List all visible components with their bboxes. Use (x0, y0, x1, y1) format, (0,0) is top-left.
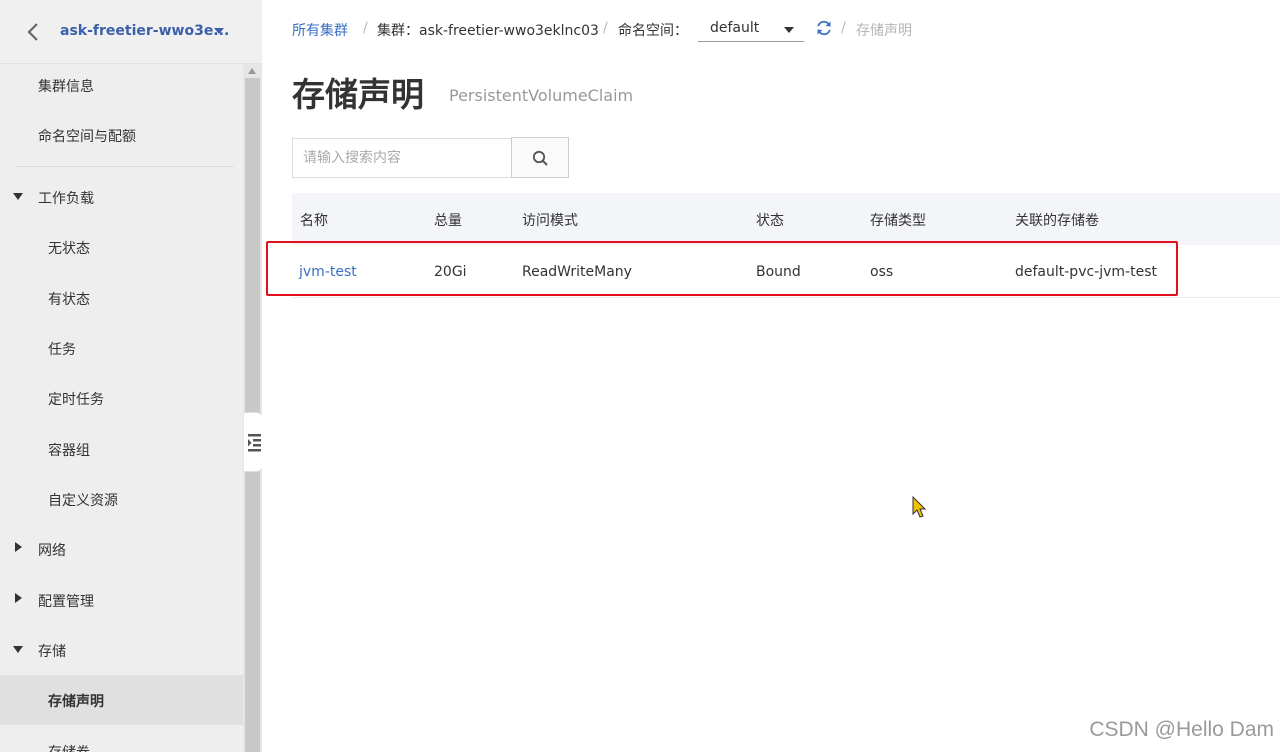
page-title: 存储声明 (292, 75, 424, 114)
main-content: 所有集群 / 集群：ask-freetier-wwo3eklnc03 / 命名空… (262, 0, 1280, 752)
sidebar-item-label: 有状态 (48, 292, 90, 308)
collapse-sidebar-icon (248, 434, 261, 452)
sidebar-item-deployments[interactable]: 无状态 (0, 222, 243, 272)
search-button[interactable] (511, 137, 569, 178)
column-header-status: 状态 (756, 213, 784, 229)
breadcrumb-separator: / (363, 20, 368, 36)
expand-down-icon (13, 646, 23, 653)
breadcrumb-separator: / (603, 20, 608, 36)
sidebar-item-cluster-info[interactable]: 集群信息 (0, 60, 243, 110)
chevron-down-icon (784, 27, 794, 33)
sidebar-item-namespace-quota[interactable]: 命名空间与配额 (0, 110, 243, 160)
sidebar-item-network[interactable]: 网络 (0, 524, 243, 574)
expand-right-icon (15, 542, 22, 552)
sidebar-item-label: 存储 (38, 644, 66, 660)
namespace-select[interactable]: default (698, 14, 804, 42)
page-subtitle: PersistentVolumeClaim (449, 86, 634, 105)
sidebar-scrollbar[interactable] (243, 64, 262, 752)
sidebar-item-label: 存储声明 (48, 694, 104, 710)
sidebar-item-label: 无状态 (48, 241, 90, 257)
search-icon (532, 150, 548, 166)
sidebar-item-label: 定时任务 (48, 392, 104, 408)
sidebar-item-config-management[interactable]: 配置管理 (0, 575, 243, 625)
expand-down-icon (13, 193, 23, 200)
sidebar-header: ask-freetier-wwo3e... (0, 0, 262, 64)
column-header-volume: 关联的存储卷 (1015, 213, 1099, 229)
sidebar-item-label: 容器组 (48, 443, 90, 459)
sidebar-item-label: 命名空间与配额 (38, 129, 136, 145)
mouse-cursor-icon (912, 496, 927, 518)
watermark: CSDN @Hello Dam (1089, 718, 1274, 741)
breadcrumb-separator: / (841, 20, 846, 36)
column-header-access-mode: 访问模式 (522, 213, 578, 229)
sidebar-item-label: 任务 (48, 342, 76, 358)
sidebar-item-label: 集群信息 (38, 79, 94, 95)
chevron-down-icon[interactable] (214, 28, 224, 34)
sidebar-item-statefulsets[interactable]: 有状态 (0, 273, 243, 323)
sidebar-item-label: 配置管理 (38, 594, 94, 610)
namespace-value: default (710, 20, 760, 36)
back-arrow-icon[interactable] (24, 20, 44, 44)
sidebar-item-label: 网络 (38, 543, 66, 559)
sidebar-item-pods[interactable]: 容器组 (0, 424, 243, 474)
breadcrumb-cluster: 集群：ask-freetier-wwo3eklnc03 (377, 23, 599, 39)
sidebar-item-pv[interactable]: 存储卷 (0, 726, 243, 752)
sidebar: ask-freetier-wwo3e... 集群信息 命名空间与配额 工作负载 … (0, 0, 264, 752)
sidebar-item-workloads[interactable]: 工作负载 (0, 172, 243, 222)
sidebar-item-jobs[interactable]: 任务 (0, 323, 243, 373)
search-input[interactable] (292, 138, 512, 178)
sidebar-item-label: 自定义资源 (48, 493, 118, 509)
sidebar-divider (16, 166, 234, 167)
sidebar-item-custom-resources[interactable]: 自定义资源 (0, 474, 243, 524)
breadcrumb-all-clusters[interactable]: 所有集群 (292, 20, 348, 40)
column-header-storage-class: 存储类型 (870, 213, 926, 229)
refresh-icon[interactable] (815, 19, 833, 37)
column-header-name: 名称 (300, 213, 328, 229)
column-header-capacity: 总量 (434, 213, 462, 229)
collapse-sidebar-button[interactable] (244, 412, 264, 472)
sidebar-item-pvc[interactable]: 存储声明 (0, 675, 243, 725)
sidebar-item-label: 存储卷 (48, 742, 90, 752)
breadcrumb-current: 存储声明 (856, 23, 912, 39)
namespace-label: 命名空间： (618, 23, 688, 39)
sidebar-item-cronjobs[interactable]: 定时任务 (0, 373, 243, 423)
expand-right-icon (15, 593, 22, 603)
highlight-annotation (266, 241, 1178, 296)
cluster-selector[interactable]: ask-freetier-wwo3e... (60, 23, 229, 39)
sidebar-item-label: 工作负载 (38, 191, 94, 207)
table-header: 名称 总量 访问模式 状态 存储类型 关联的存储卷 (292, 193, 1280, 245)
sidebar-item-storage[interactable]: 存储 (0, 625, 243, 675)
scroll-up-icon[interactable] (248, 68, 256, 74)
